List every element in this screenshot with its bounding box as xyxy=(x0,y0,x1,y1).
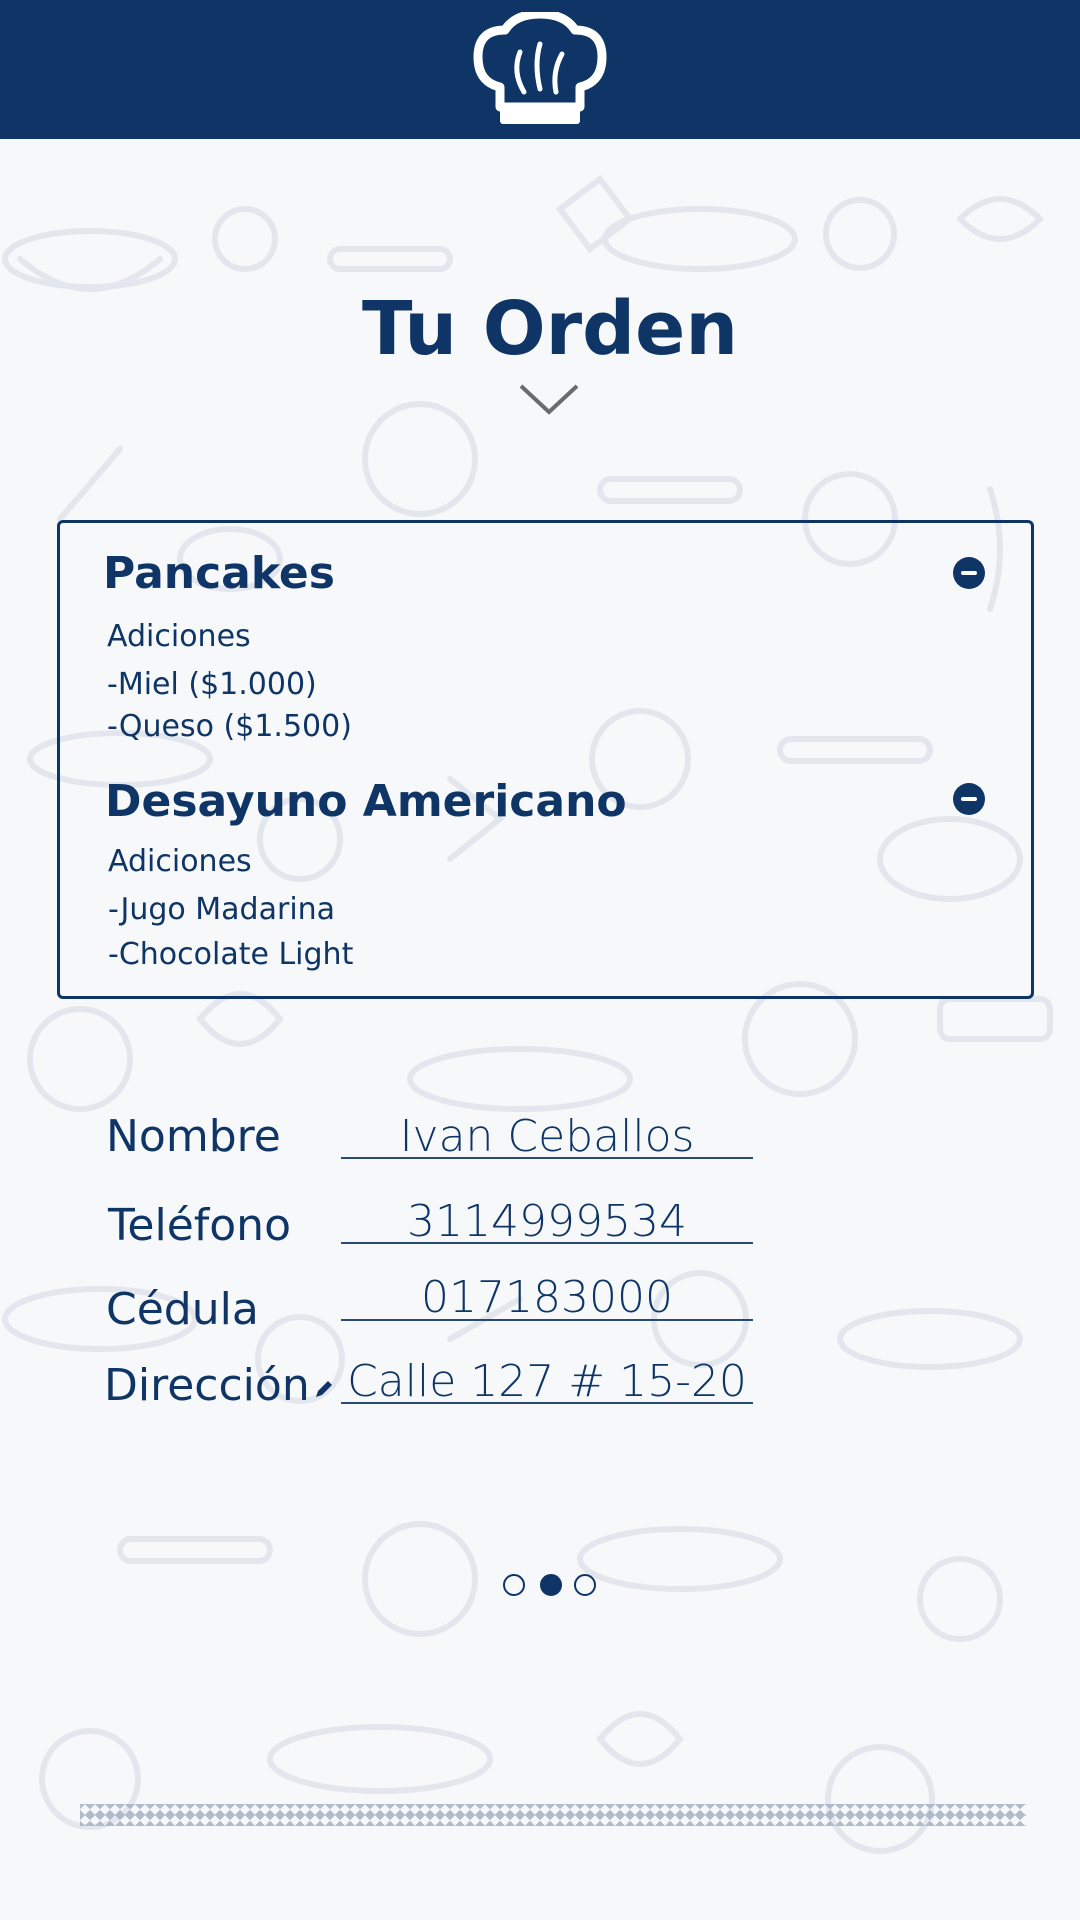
addition-line: -Miel ($1.000) xyxy=(107,667,317,702)
address-field[interactable]: Calle 127 # 15-20 xyxy=(341,1356,753,1407)
name-label: Nombre xyxy=(106,1111,281,1162)
pencil-icon[interactable] xyxy=(313,1378,335,1400)
page-title: Tu Orden xyxy=(361,286,739,372)
order-item-name: Desayuno Americano xyxy=(105,776,627,827)
phone-field-underline xyxy=(341,1242,753,1244)
id-field-underline xyxy=(341,1319,753,1321)
name-field-underline xyxy=(341,1157,753,1159)
addition-line: -Queso ($1.500) xyxy=(107,709,352,744)
additions-title: Adiciones xyxy=(107,619,251,654)
name-field[interactable]: Ivan Ceballos xyxy=(341,1111,753,1162)
page-dot[interactable] xyxy=(503,1574,525,1596)
page-dot-active[interactable] xyxy=(540,1574,562,1596)
id-label: Cédula xyxy=(106,1284,259,1335)
minus-circle-icon[interactable] xyxy=(953,783,985,815)
phone-label: Teléfono xyxy=(108,1200,291,1251)
order-item-name: Pancakes xyxy=(103,548,335,599)
phone-field[interactable]: 3114999534 xyxy=(341,1196,753,1247)
addition-line: -Chocolate Light xyxy=(108,937,354,972)
chevron-down-icon[interactable] xyxy=(517,382,581,418)
addition-line: -Jugo Madarina xyxy=(108,892,336,927)
decorative-border xyxy=(80,1804,1026,1826)
chef-hat-icon xyxy=(473,12,607,124)
app-header xyxy=(0,0,1080,139)
page-indicator xyxy=(503,1574,599,1600)
minus-circle-icon[interactable] xyxy=(953,557,985,589)
address-field-underline xyxy=(341,1402,753,1404)
id-field[interactable]: 017183000 xyxy=(341,1272,753,1323)
page-dot[interactable] xyxy=(574,1574,596,1596)
additions-title: Adiciones xyxy=(108,844,252,879)
address-label: Dirección xyxy=(104,1360,310,1411)
